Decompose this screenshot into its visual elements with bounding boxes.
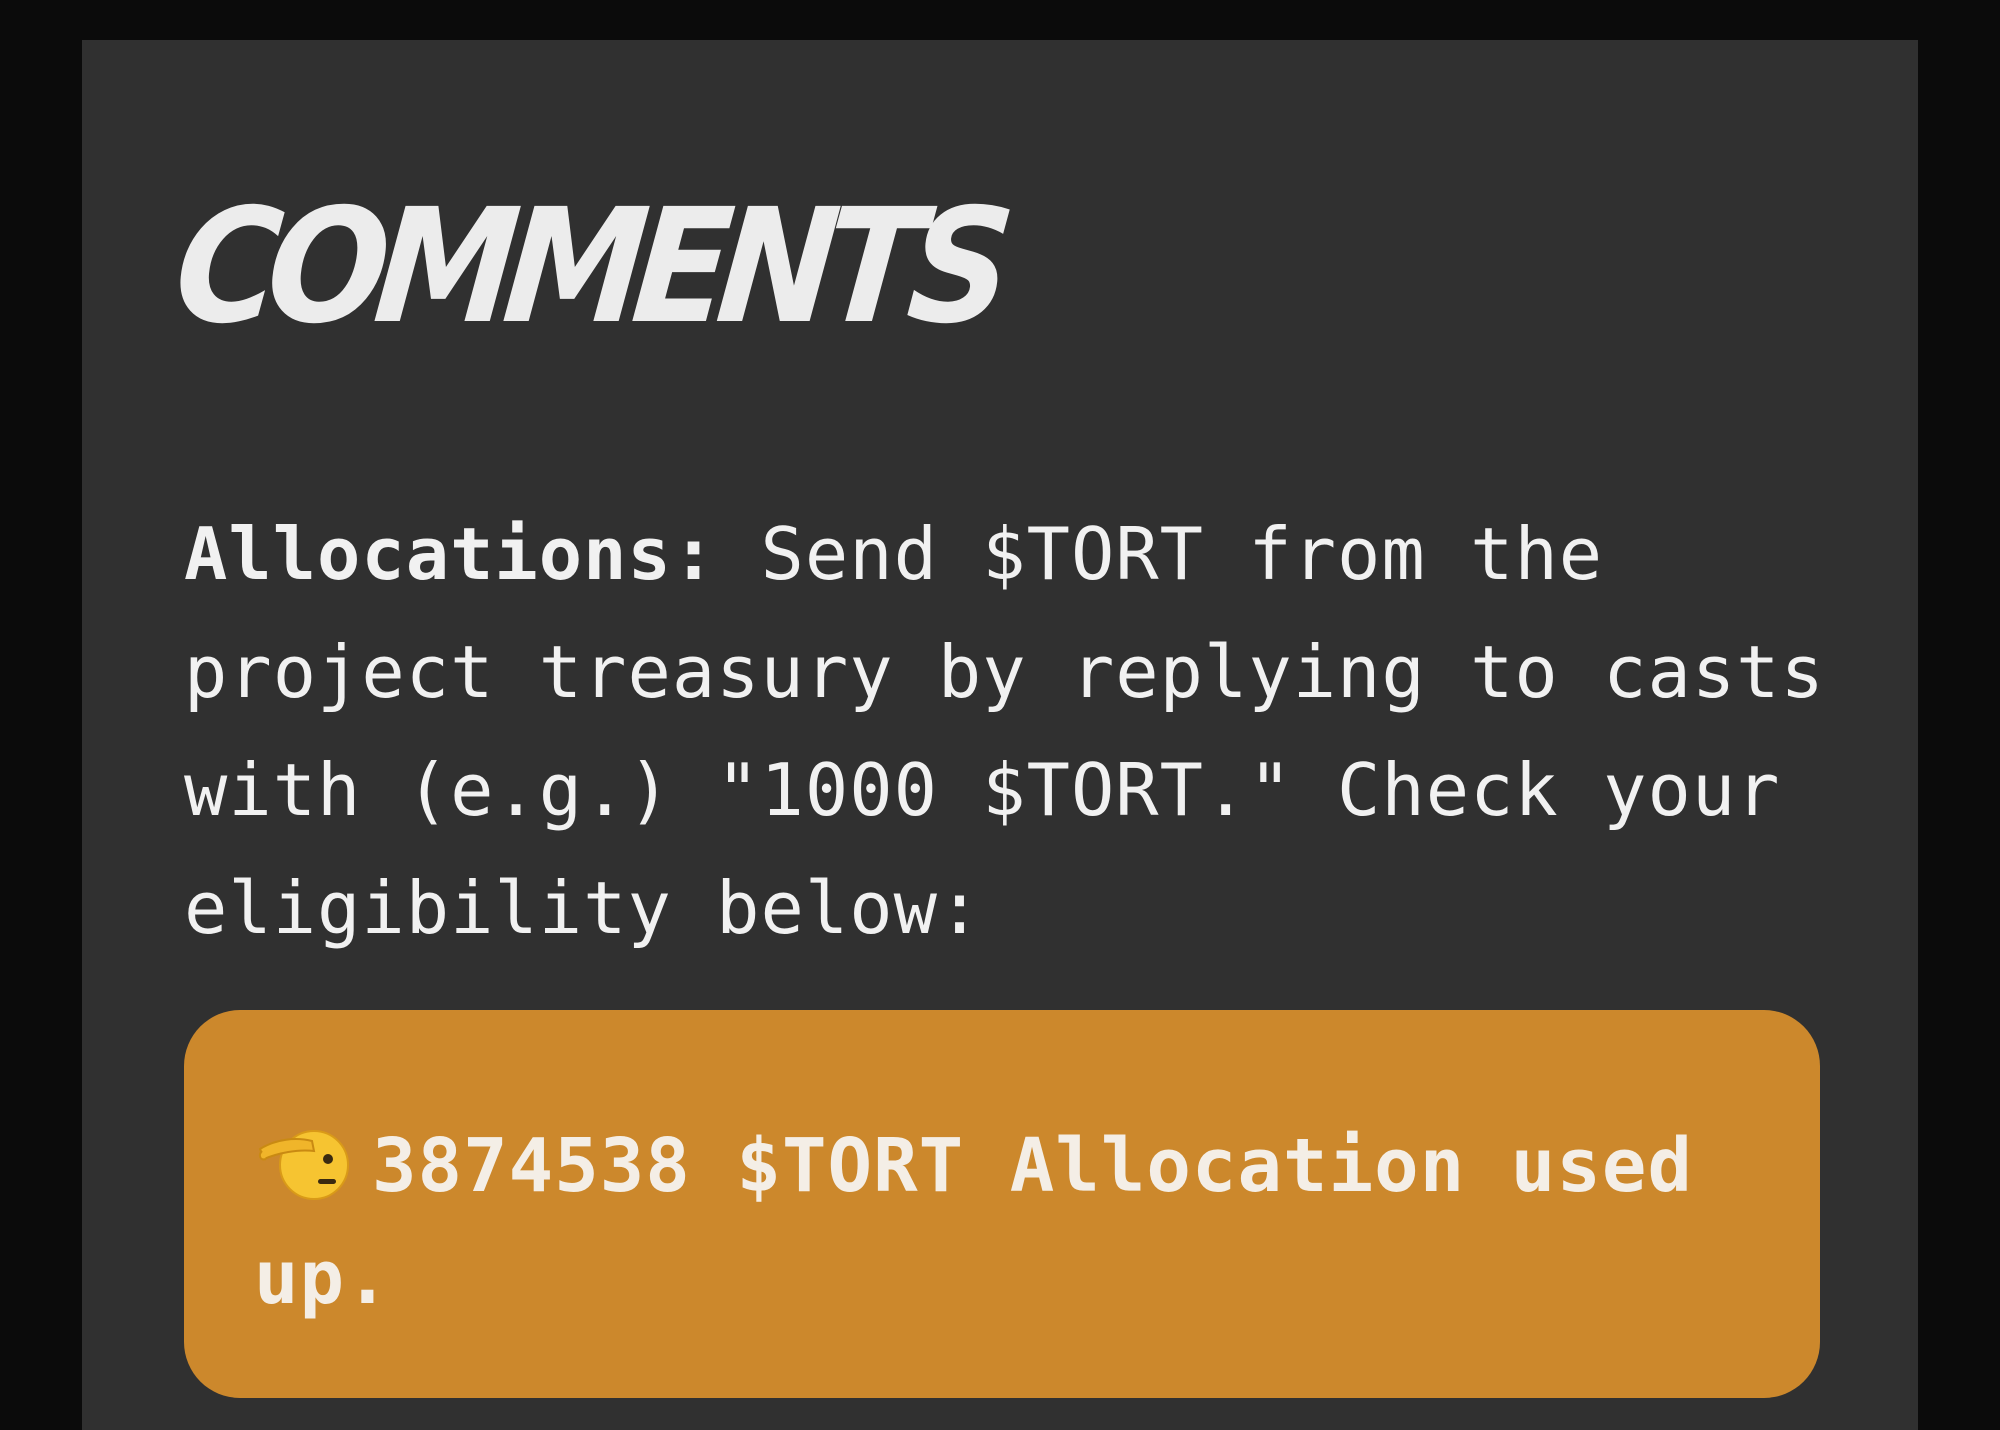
comments-title: COMMENTS <box>167 175 1009 359</box>
saluting-face-icon <box>254 1119 350 1203</box>
comments-panel: COMMENTS Allocations: Send $TORT from th… <box>82 40 1918 1430</box>
allocation-status-message: 3874538 $TORT Allocation used up. <box>254 1123 1694 1321</box>
allocations-info: Allocations: Send $TORT from the project… <box>184 495 1844 967</box>
allocations-label: Allocations: <box>184 512 717 596</box>
allocation-status-card: 3874538 $TORT Allocation used up. <box>184 1010 1820 1398</box>
